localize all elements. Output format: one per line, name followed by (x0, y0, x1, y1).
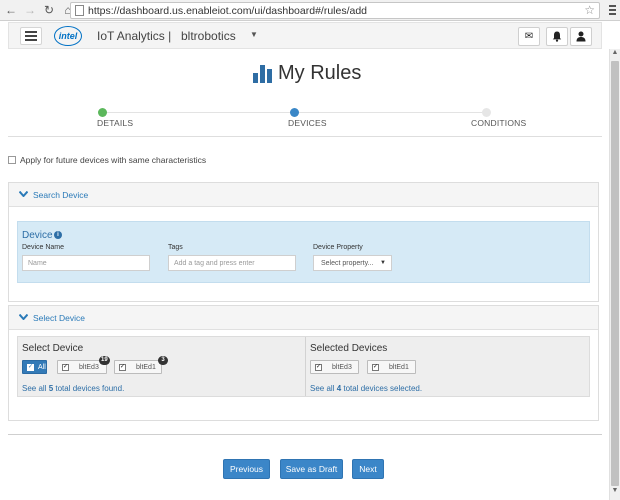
device-name-input[interactable]: Name (22, 255, 150, 271)
scroll-up-icon[interactable]: ▲ (610, 49, 620, 60)
step-devices-label[interactable]: DEVICES (288, 118, 327, 128)
selected-devices-heading: Selected Devices (310, 343, 388, 354)
tags-input[interactable]: Add a tag and press enter (168, 255, 296, 271)
hamburger-menu-icon[interactable] (20, 27, 42, 45)
checkbox-icon: ✓ (27, 363, 34, 371)
selected-device-chip[interactable]: ✓ bltEd1 (367, 360, 416, 374)
intel-logo: intel (54, 26, 82, 46)
selected-device-chip[interactable]: ✓ bltEd3 (310, 360, 359, 374)
url-text[interactable]: https://dashboard.us.enableiot.com/ui/da… (88, 5, 367, 17)
devices-found-link[interactable]: See all 5 total devices found. (22, 384, 124, 393)
account-selector[interactable]: bltrobotics (181, 29, 236, 43)
page-title: My Rules (253, 62, 361, 85)
device-chip-label: bltEd1 (136, 363, 156, 371)
caret-down-icon: ▼ (380, 260, 386, 266)
select-device-heading: Select Device (22, 343, 84, 354)
back-icon[interactable]: ← (3, 2, 19, 18)
browser-toolbar: ← → ↻ ⌂ https://dashboard.us.enableiot.c… (0, 0, 620, 21)
step-conditions-dot (482, 108, 491, 117)
selected-device-label: bltEd3 (332, 363, 352, 371)
select-device-title[interactable]: Select Device (33, 313, 85, 323)
address-bar[interactable]: https://dashboard.us.enableiot.com/ui/da… (70, 2, 600, 19)
checkbox-icon: ✓ (315, 363, 322, 371)
step-details-label[interactable]: DETAILS (97, 118, 133, 128)
device-name-label: Device Name (22, 244, 65, 251)
select-device-panel-header[interactable]: Select Device (9, 306, 598, 330)
bell-icon[interactable] (546, 27, 568, 46)
bar-chart-icon (253, 64, 272, 83)
user-icon[interactable] (570, 27, 592, 46)
device-selection-area: Select Device Selected Devices ✓ All ✓ b… (17, 336, 590, 397)
step-conditions-label[interactable]: CONDITIONS (471, 118, 526, 128)
forward-icon[interactable]: → (22, 2, 38, 18)
search-device-title[interactable]: Search Device (33, 190, 88, 200)
selected-device-label: bltEd1 (389, 363, 409, 371)
device-filter-box: Device i Device Name Tags Device Propert… (17, 221, 590, 283)
page-scrollbar[interactable]: ▲ ▼ (609, 49, 620, 500)
checkbox-icon: ✓ (62, 363, 69, 371)
next-button[interactable]: Next (352, 459, 384, 479)
chevron-down-icon[interactable] (19, 191, 28, 197)
future-devices-label[interactable]: Apply for future devices with same chara… (20, 155, 206, 165)
browser-menu-icon[interactable] (606, 3, 618, 17)
mail-icon[interactable]: ✉ (518, 27, 540, 46)
reload-icon[interactable]: ↻ (41, 2, 57, 18)
page-title-text: My Rules (278, 62, 362, 84)
search-device-panel-header[interactable]: Search Device (9, 183, 598, 207)
previous-button[interactable]: Previous (223, 459, 270, 479)
step-devices-dot (290, 108, 299, 117)
save-draft-button[interactable]: Save as Draft (280, 459, 343, 479)
app-header: intel IoT Analytics | bltrobotics ▼ ✉ (8, 22, 602, 49)
page-icon (75, 5, 84, 16)
selection-divider (305, 337, 306, 396)
device-heading: Device (22, 230, 53, 241)
tags-label: Tags (168, 244, 183, 251)
device-property-select[interactable]: Select property... ▼ (313, 255, 392, 271)
scroll-down-icon[interactable]: ▼ (610, 487, 620, 498)
device-property-value: Select property... (321, 259, 374, 267)
device-count-badge: 3 (158, 356, 168, 365)
device-chip[interactable]: ✓ bltEd1 (114, 360, 162, 374)
step-details-dot (98, 108, 107, 117)
app-title: IoT Analytics | (97, 29, 172, 43)
device-chip-label: bltEd3 (79, 363, 99, 371)
select-all-chip[interactable]: ✓ All (22, 360, 47, 374)
scroll-thumb[interactable] (611, 61, 619, 486)
checkbox-icon: ✓ (119, 363, 126, 371)
wizard-divider (8, 136, 602, 137)
devices-selected-link[interactable]: See all 4 total devices selected. (310, 384, 422, 393)
footer-divider (8, 434, 602, 435)
checkbox-icon: ✓ (372, 363, 379, 371)
device-count-badge: 19 (99, 356, 110, 365)
caret-down-icon[interactable]: ▼ (250, 30, 258, 39)
bookmark-star-icon[interactable]: ☆ (584, 3, 595, 17)
chevron-down-icon[interactable] (19, 314, 28, 320)
future-devices-checkbox[interactable] (8, 156, 16, 164)
select-all-label: All (38, 363, 46, 371)
info-icon[interactable]: i (54, 231, 62, 239)
device-property-label: Device Property (313, 244, 363, 251)
